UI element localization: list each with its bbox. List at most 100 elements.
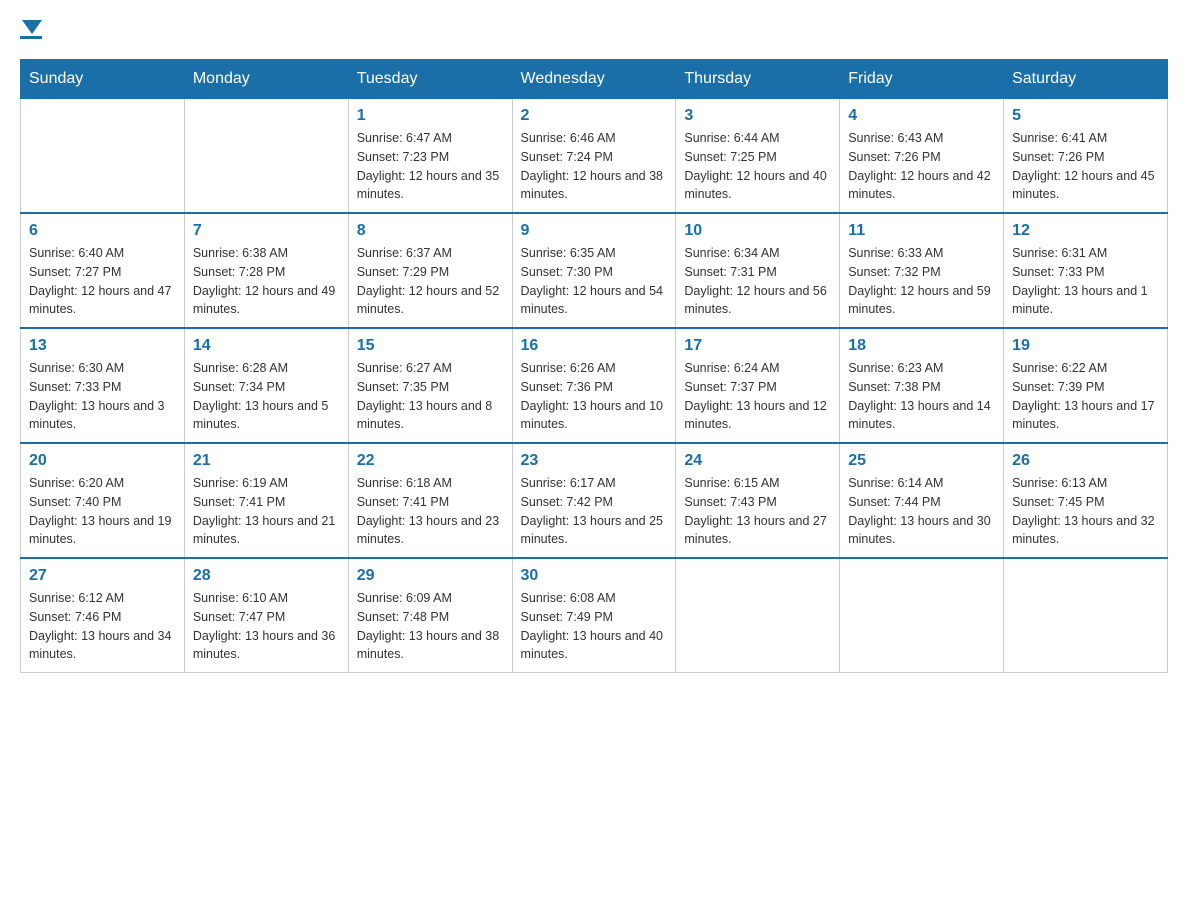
day-number: 28 — [193, 567, 340, 585]
logo — [20, 20, 42, 39]
calendar-cell: 3 Sunrise: 6:44 AMSunset: 7:25 PMDaylight… — [676, 99, 840, 214]
day-info: Sunrise: 6:14 AMSunset: 7:44 PMDaylight:… — [848, 474, 995, 549]
calendar-cell: 21Sunrise: 6:19 AMSunset: 7:41 PMDayligh… — [184, 443, 348, 558]
day-number: 26 — [1012, 452, 1159, 470]
header-tuesday: Tuesday — [348, 60, 512, 99]
day-number: 24 — [684, 452, 831, 470]
calendar-cell — [184, 99, 348, 214]
calendar-week-3: 13 Sunrise: 6:30 AMSunset: 7:33 PMDayligh… — [21, 328, 1168, 443]
day-info: Sunrise: 6:15 AMSunset: 7:43 PMDaylight:… — [684, 474, 831, 549]
calendar-cell: 15Sunrise: 6:27 AMSunset: 7:35 PMDayligh… — [348, 328, 512, 443]
day-info: Sunrise: 6:44 AMSunset: 7:25 PMDaylight:… — [684, 129, 831, 204]
calendar-cell: 20 Sunrise: 6:20 AMSunset: 7:40 PMDayligh… — [21, 443, 185, 558]
calendar-cell: 11 Sunrise: 6:33 AMSunset: 7:32 PMDayligh… — [840, 213, 1004, 328]
day-info: Sunrise: 6:13 AMSunset: 7:45 PMDaylight:… — [1012, 474, 1159, 549]
day-number: 21 — [193, 452, 340, 470]
calendar-cell: 18Sunrise: 6:23 AMSunset: 7:38 PMDayligh… — [840, 328, 1004, 443]
day-info: Sunrise: 6:31 AMSunset: 7:33 PMDaylight:… — [1012, 244, 1159, 319]
day-number: 16 — [521, 337, 668, 355]
day-number: 9 — [521, 222, 668, 240]
day-number: 12 — [1012, 222, 1159, 240]
day-info: Sunrise: 6:46 AMSunset: 7:24 PMDaylight:… — [521, 129, 668, 204]
calendar-cell — [676, 558, 840, 673]
calendar-table: SundayMondayTuesdayWednesdayThursdayFrid… — [20, 59, 1168, 673]
calendar-cell — [21, 99, 185, 214]
calendar-cell: 23Sunrise: 6:17 AMSunset: 7:42 PMDayligh… — [512, 443, 676, 558]
day-info: Sunrise: 6:24 AMSunset: 7:37 PMDaylight:… — [684, 359, 831, 434]
calendar-cell: 28 Sunrise: 6:10 AMSunset: 7:47 PMDayligh… — [184, 558, 348, 673]
calendar-week-4: 20 Sunrise: 6:20 AMSunset: 7:40 PMDayligh… — [21, 443, 1168, 558]
header-wednesday: Wednesday — [512, 60, 676, 99]
header-sunday: Sunday — [21, 60, 185, 99]
calendar-header-row: SundayMondayTuesdayWednesdayThursdayFrid… — [21, 60, 1168, 99]
calendar-cell: 9 Sunrise: 6:35 AMSunset: 7:30 PMDaylight… — [512, 213, 676, 328]
calendar-cell: 17 Sunrise: 6:24 AMSunset: 7:37 PMDayligh… — [676, 328, 840, 443]
header-saturday: Saturday — [1004, 60, 1168, 99]
calendar-cell: 2 Sunrise: 6:46 AMSunset: 7:24 PMDaylight… — [512, 99, 676, 214]
day-number: 2 — [521, 107, 668, 125]
day-number: 14 — [193, 337, 340, 355]
calendar-cell: 7 Sunrise: 6:38 AMSunset: 7:28 PMDaylight… — [184, 213, 348, 328]
calendar-cell: 16 Sunrise: 6:26 AMSunset: 7:36 PMDayligh… — [512, 328, 676, 443]
day-number: 8 — [357, 222, 504, 240]
day-info: Sunrise: 6:37 AMSunset: 7:29 PMDaylight:… — [357, 244, 504, 319]
day-info: Sunrise: 6:41 AMSunset: 7:26 PMDaylight:… — [1012, 129, 1159, 204]
calendar-cell — [1004, 558, 1168, 673]
day-number: 30 — [521, 567, 668, 585]
header-monday: Monday — [184, 60, 348, 99]
day-info: Sunrise: 6:30 AMSunset: 7:33 PMDaylight:… — [29, 359, 176, 434]
day-number: 20 — [29, 452, 176, 470]
day-number: 5 — [1012, 107, 1159, 125]
day-info: Sunrise: 6:23 AMSunset: 7:38 PMDaylight:… — [848, 359, 995, 434]
day-number: 15 — [357, 337, 504, 355]
day-number: 3 — [684, 107, 831, 125]
calendar-cell: 29 Sunrise: 6:09 AMSunset: 7:48 PMDayligh… — [348, 558, 512, 673]
day-info: Sunrise: 6:22 AMSunset: 7:39 PMDaylight:… — [1012, 359, 1159, 434]
day-info: Sunrise: 6:08 AMSunset: 7:49 PMDaylight:… — [521, 589, 668, 664]
calendar-cell: 27Sunrise: 6:12 AMSunset: 7:46 PMDayligh… — [21, 558, 185, 673]
day-info: Sunrise: 6:28 AMSunset: 7:34 PMDaylight:… — [193, 359, 340, 434]
calendar-cell: 14 Sunrise: 6:28 AMSunset: 7:34 PMDayligh… — [184, 328, 348, 443]
header-friday: Friday — [840, 60, 1004, 99]
day-info: Sunrise: 6:33 AMSunset: 7:32 PMDaylight:… — [848, 244, 995, 319]
calendar-cell: 19Sunrise: 6:22 AMSunset: 7:39 PMDayligh… — [1004, 328, 1168, 443]
day-info: Sunrise: 6:26 AMSunset: 7:36 PMDaylight:… — [521, 359, 668, 434]
page-header — [20, 20, 1168, 39]
logo-underline — [20, 36, 42, 39]
day-number: 29 — [357, 567, 504, 585]
day-info: Sunrise: 6:35 AMSunset: 7:30 PMDaylight:… — [521, 244, 668, 319]
calendar-week-5: 27Sunrise: 6:12 AMSunset: 7:46 PMDayligh… — [21, 558, 1168, 673]
calendar-cell: 25Sunrise: 6:14 AMSunset: 7:44 PMDayligh… — [840, 443, 1004, 558]
day-number: 4 — [848, 107, 995, 125]
logo-triangle-icon — [22, 20, 42, 34]
day-info: Sunrise: 6:09 AMSunset: 7:48 PMDaylight:… — [357, 589, 504, 664]
calendar-cell: 26 Sunrise: 6:13 AMSunset: 7:45 PMDayligh… — [1004, 443, 1168, 558]
calendar-cell: 24 Sunrise: 6:15 AMSunset: 7:43 PMDayligh… — [676, 443, 840, 558]
calendar-cell: 5 Sunrise: 6:41 AMSunset: 7:26 PMDaylight… — [1004, 99, 1168, 214]
day-number: 27 — [29, 567, 176, 585]
calendar-week-1: 1Sunrise: 6:47 AMSunset: 7:23 PMDaylight… — [21, 99, 1168, 214]
day-info: Sunrise: 6:38 AMSunset: 7:28 PMDaylight:… — [193, 244, 340, 319]
day-number: 7 — [193, 222, 340, 240]
calendar-week-2: 6 Sunrise: 6:40 AMSunset: 7:27 PMDaylight… — [21, 213, 1168, 328]
calendar-cell: 22 Sunrise: 6:18 AMSunset: 7:41 PMDayligh… — [348, 443, 512, 558]
day-number: 10 — [684, 222, 831, 240]
day-number: 6 — [29, 222, 176, 240]
calendar-cell: 30 Sunrise: 6:08 AMSunset: 7:49 PMDayligh… — [512, 558, 676, 673]
day-number: 11 — [848, 222, 995, 240]
day-info: Sunrise: 6:43 AMSunset: 7:26 PMDaylight:… — [848, 129, 995, 204]
day-info: Sunrise: 6:20 AMSunset: 7:40 PMDaylight:… — [29, 474, 176, 549]
day-number: 22 — [357, 452, 504, 470]
day-info: Sunrise: 6:10 AMSunset: 7:47 PMDaylight:… — [193, 589, 340, 664]
day-info: Sunrise: 6:40 AMSunset: 7:27 PMDaylight:… — [29, 244, 176, 319]
calendar-cell: 1Sunrise: 6:47 AMSunset: 7:23 PMDaylight… — [348, 99, 512, 214]
calendar-cell — [840, 558, 1004, 673]
day-info: Sunrise: 6:47 AMSunset: 7:23 PMDaylight:… — [357, 129, 504, 204]
day-number: 13 — [29, 337, 176, 355]
day-info: Sunrise: 6:18 AMSunset: 7:41 PMDaylight:… — [357, 474, 504, 549]
calendar-cell: 10Sunrise: 6:34 AMSunset: 7:31 PMDayligh… — [676, 213, 840, 328]
calendar-cell: 8 Sunrise: 6:37 AMSunset: 7:29 PMDaylight… — [348, 213, 512, 328]
day-info: Sunrise: 6:17 AMSunset: 7:42 PMDaylight:… — [521, 474, 668, 549]
calendar-cell: 12 Sunrise: 6:31 AMSunset: 7:33 PMDayligh… — [1004, 213, 1168, 328]
day-number: 17 — [684, 337, 831, 355]
